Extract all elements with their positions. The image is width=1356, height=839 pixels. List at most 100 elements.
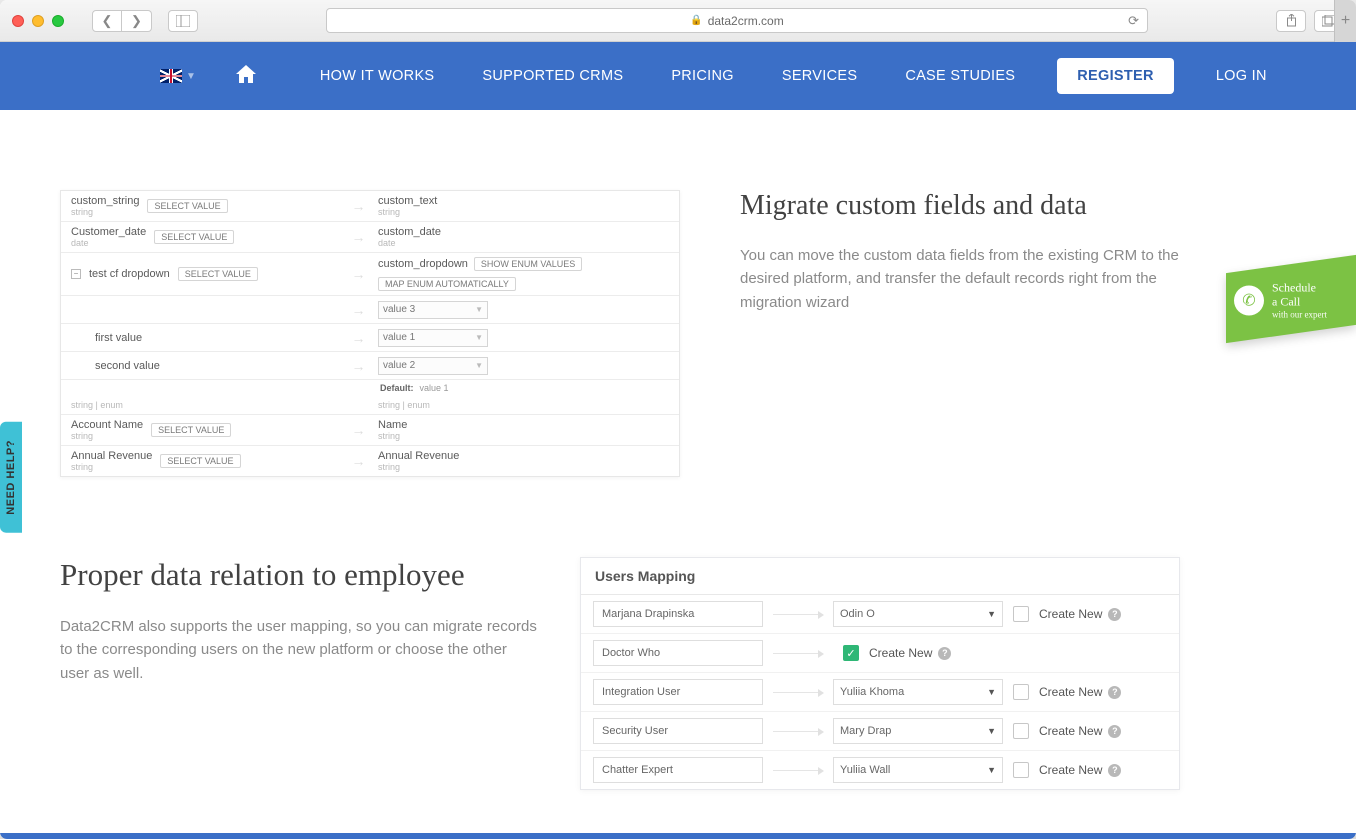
users-mapping-panel: Users Mapping Marjana Drapinska Odin O▼ Cr…: [580, 557, 1180, 790]
section-users: Proper data relation to employee Data2CR…: [60, 557, 540, 685]
enum-value-dropdown[interactable]: value 2▼: [378, 357, 488, 375]
field-row: Account Name string SELECT VALUE → Name …: [61, 415, 679, 446]
help-icon[interactable]: ?: [938, 647, 951, 660]
share-button[interactable]: [1276, 10, 1306, 32]
select-value-button[interactable]: SELECT VALUE: [147, 199, 227, 213]
section-body: Data2CRM also supports the user mapping,…: [60, 615, 540, 685]
section-heading: Migrate custom fields and data: [740, 190, 1180, 222]
source-user-input[interactable]: Marjana Drapinska: [593, 601, 763, 627]
enum-value-dropdown[interactable]: value 3▼: [378, 301, 488, 319]
field-subrow: second value → value 2▼: [61, 352, 679, 380]
help-icon[interactable]: ?: [1108, 764, 1121, 777]
arrow-right-icon: [773, 770, 823, 771]
field-type: string: [71, 431, 143, 441]
window-controls: [12, 15, 64, 27]
schedule-line2: a Call: [1272, 295, 1327, 309]
create-new-label: Create New?: [1039, 607, 1121, 621]
target-user-select[interactable]: Yuliia Khoma▼: [833, 679, 1003, 705]
target-user-select[interactable]: Yuliia Wall▼: [833, 757, 1003, 783]
arrow-right-icon: →: [351, 198, 365, 214]
field-row: Annual Revenue string SELECT VALUE → Ann…: [61, 446, 679, 476]
sidebar-toggle-button[interactable]: [168, 10, 198, 32]
field-name: Annual Revenue: [71, 450, 152, 462]
target-user-select[interactable]: Mary Drap▼: [833, 718, 1003, 744]
user-mapping-row: Chatter Expert Yuliia Wall▼ Create New?: [581, 751, 1179, 789]
arrow-right-icon: [773, 731, 823, 732]
create-new-checkbox[interactable]: ✓: [843, 645, 859, 661]
url-text: data2crm.com: [708, 14, 784, 28]
create-new-label: Create New?: [1039, 763, 1121, 777]
arrow-right-icon: →: [351, 330, 365, 346]
field-subrow: → value 3▼: [61, 296, 679, 324]
select-value-button[interactable]: SELECT VALUE: [151, 423, 231, 437]
create-new-checkbox[interactable]: [1013, 684, 1029, 700]
section-custom-fields: Migrate custom fields and data You can m…: [740, 190, 1180, 314]
source-user-input[interactable]: Security User: [593, 718, 763, 744]
target-user-select[interactable]: Odin O▼: [833, 601, 1003, 627]
field-name: Account Name: [71, 419, 143, 431]
show-enum-button[interactable]: SHOW ENUM VALUES: [474, 257, 582, 271]
help-icon[interactable]: ?: [1108, 686, 1121, 699]
arrow-right-icon: →: [351, 302, 365, 318]
new-tab-button[interactable]: +: [1334, 0, 1356, 42]
help-icon[interactable]: ?: [1108, 725, 1121, 738]
users-mapping-title: Users Mapping: [581, 558, 1179, 595]
arrow-right-icon: →: [351, 229, 365, 245]
schedule-sub: with our expert: [1272, 309, 1327, 319]
create-new-checkbox[interactable]: [1013, 723, 1029, 739]
nav-login[interactable]: LOG IN: [1192, 68, 1291, 84]
need-help-tab[interactable]: NEED HELP?: [0, 422, 22, 533]
arrow-right-icon: [773, 692, 823, 693]
address-bar[interactable]: 🔒 data2crm.com ⟳: [326, 8, 1148, 33]
home-icon[interactable]: [236, 65, 256, 88]
enum-source-value: first value: [95, 332, 142, 344]
forward-button[interactable]: ❯: [122, 10, 152, 32]
select-value-button[interactable]: SELECT VALUE: [154, 230, 234, 244]
field-subrow: first value → value 1▼: [61, 324, 679, 352]
help-icon[interactable]: ?: [1108, 608, 1121, 621]
nav-how-it-works[interactable]: HOW IT WORKS: [296, 68, 459, 84]
field-type: date: [71, 238, 146, 248]
target-field-type: string: [378, 207, 437, 217]
nav-register[interactable]: REGISTER: [1057, 58, 1174, 94]
select-value-button[interactable]: SELECT VALUE: [178, 267, 258, 281]
target-field-name: Name: [378, 419, 407, 431]
chevron-down-icon: ▼: [186, 71, 196, 82]
nav-case-studies[interactable]: CASE STUDIES: [881, 68, 1039, 84]
nav-links: HOW IT WORKS SUPPORTED CRMS PRICING SERV…: [296, 58, 1291, 94]
field-mapping-panel: custom_string string SELECT VALUE → cust…: [60, 190, 680, 477]
default-value: value 1: [420, 383, 449, 393]
phone-icon: ✆: [1234, 285, 1264, 315]
nav-pricing[interactable]: PRICING: [647, 68, 758, 84]
nav-services[interactable]: SERVICES: [758, 68, 881, 84]
arrow-right-icon: [773, 653, 823, 654]
create-new-label: Create New?: [1039, 724, 1121, 738]
footer-strip: [0, 833, 1356, 839]
enum-source-value: second value: [95, 360, 160, 372]
nav-supported-crms[interactable]: SUPPORTED CRMS: [458, 68, 647, 84]
collapse-toggle[interactable]: −: [71, 269, 81, 279]
source-user-input[interactable]: Doctor Who: [593, 640, 763, 666]
source-user-input[interactable]: Chatter Expert: [593, 757, 763, 783]
map-enum-button[interactable]: MAP ENUM AUTOMATICALLY: [378, 277, 516, 291]
browser-chrome: ❮ ❯ 🔒 data2crm.com ⟳ +: [0, 0, 1356, 42]
arrow-right-icon: [773, 614, 823, 615]
close-window-button[interactable]: [12, 15, 24, 27]
enum-value-dropdown[interactable]: value 1▼: [378, 329, 488, 347]
reload-button[interactable]: ⟳: [1128, 13, 1139, 29]
select-value-button[interactable]: SELECT VALUE: [160, 454, 240, 468]
lock-icon: 🔒: [690, 15, 702, 26]
back-button[interactable]: ❮: [92, 10, 122, 32]
target-field-type: date: [378, 238, 441, 248]
create-new-checkbox[interactable]: [1013, 762, 1029, 778]
language-selector[interactable]: ▼: [160, 69, 196, 83]
field-row: custom_string string SELECT VALUE → cust…: [61, 191, 679, 222]
minimize-window-button[interactable]: [32, 15, 44, 27]
target-field-type: string: [378, 431, 407, 441]
create-new-checkbox[interactable]: [1013, 606, 1029, 622]
target-field-name: custom_text: [378, 195, 437, 207]
source-user-input[interactable]: Integration User: [593, 679, 763, 705]
section-body: You can move the custom data fields from…: [740, 244, 1180, 314]
user-mapping-row: Integration UserYuliia Khoma▼Create New?: [581, 673, 1179, 712]
maximize-window-button[interactable]: [52, 15, 64, 27]
